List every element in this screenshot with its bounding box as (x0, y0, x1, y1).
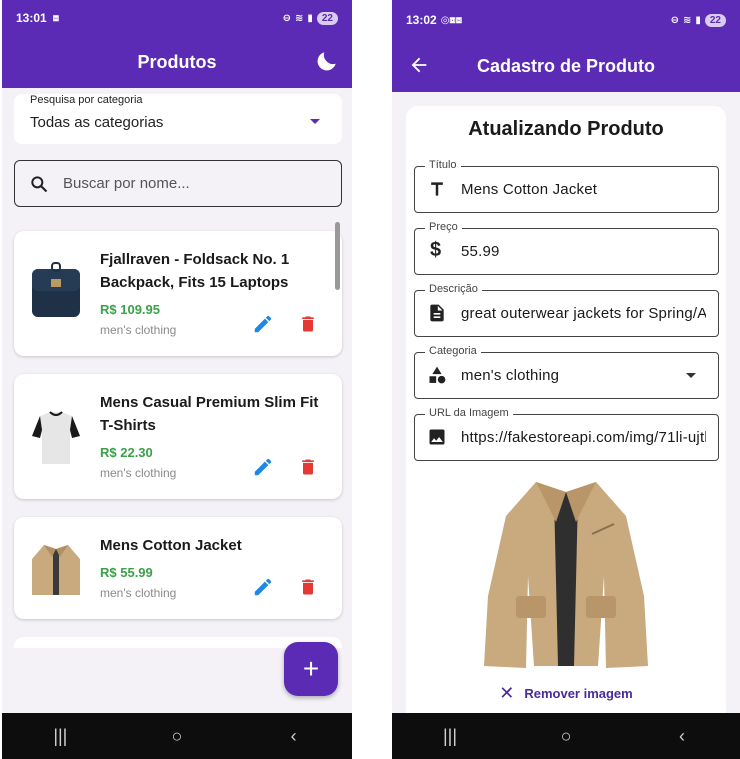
field-value: https://fakestoreapi.com/img/71li-ujtlUL… (461, 429, 706, 446)
product-card[interactable]: Mens Cotton Jacket R$ 55.99 men's clothi… (14, 517, 342, 619)
status-time: 13:01 (16, 11, 47, 25)
text-icon (431, 182, 443, 196)
image-url-field[interactable]: URL da Imagem https://fakestoreapi.com/i… (414, 407, 719, 461)
signal-icon: ▮ (307, 12, 313, 24)
product-price: R$ 109.95 (100, 302, 160, 317)
wifi-icon: ≋ (294, 12, 304, 24)
wifi-icon: ≋ (682, 14, 692, 26)
dropdown-caret-icon (686, 373, 696, 378)
jacket-image (32, 545, 80, 595)
field-label: Descrição (425, 283, 482, 295)
dnd-icon: ⊖ (670, 14, 679, 26)
back-arrow-icon[interactable] (408, 54, 430, 76)
product-category: men's clothing (100, 466, 177, 480)
category-filter-dropdown[interactable]: Pesquisa por categoria Todas as categori… (14, 94, 342, 144)
home-icon[interactable]: ○ (157, 726, 197, 747)
search-icon (31, 176, 48, 193)
tshirt-image (32, 411, 80, 464)
field-label: Preço (425, 221, 462, 233)
remove-image-label: Remover imagem (524, 686, 633, 701)
delete-icon[interactable] (298, 456, 318, 478)
edit-icon[interactable] (252, 456, 274, 478)
product-title: Mens Casual Premium Slim Fit T-Shirts (100, 394, 319, 434)
image-icon (429, 429, 445, 445)
app-bar: Produtos (2, 36, 352, 88)
document-icon (430, 304, 444, 322)
scrollbar[interactable] (335, 222, 340, 290)
category-icon (429, 366, 446, 384)
page-title: Cadastro de Produto (476, 55, 655, 76)
field-value: men's clothing (461, 367, 560, 384)
edit-icon[interactable] (252, 313, 274, 335)
field-label: Título (425, 159, 461, 171)
add-product-button[interactable]: + (284, 642, 338, 696)
page-title: Produtos (137, 51, 217, 72)
product-title: Fjallraven - Foldsack No. 1 Backpack, Fi… (100, 251, 290, 291)
product-form-screen: 13:02 ◎⧈⧈ ⊖ ≋ ▮ 22 Cadastro de Produto A… (392, 0, 740, 759)
battery-badge: 22 (704, 13, 726, 27)
edit-icon[interactable] (252, 576, 274, 598)
category-dropdown[interactable]: Categoria men's clothing (414, 345, 719, 399)
search-placeholder: Buscar por nome... (63, 175, 190, 192)
recents-icon[interactable]: ||| (430, 726, 470, 747)
products-screen: 13:01 ⧈ ⊖ ≋ ▮ 22 Produtos Pesquisa por c… (2, 0, 352, 759)
title-field[interactable]: Título Mens Cotton Jacket (414, 159, 719, 213)
dollar-icon: $ (430, 239, 442, 261)
field-label: Categoria (425, 345, 481, 357)
field-value: 55.99 (461, 243, 500, 260)
price-field[interactable]: Preço $ 55.99 (414, 221, 719, 275)
dnd-icon: ⊖ (282, 12, 291, 24)
product-price: R$ 22.30 (100, 445, 153, 460)
delete-icon[interactable] (298, 576, 318, 598)
system-nav-bar: ||| ○ ‹ (392, 713, 740, 759)
screen-record-icon: ⧈ (52, 12, 60, 24)
delete-icon[interactable] (298, 313, 318, 335)
form-heading: Atualizando Produto (468, 118, 664, 140)
product-category: men's clothing (100, 323, 177, 337)
product-card[interactable]: Mens Casual Premium Slim Fit T-Shirts R$… (14, 374, 342, 499)
backpack-image (32, 262, 80, 317)
product-price: R$ 55.99 (100, 565, 153, 580)
back-nav-icon[interactable]: ‹ (662, 726, 702, 747)
app-bar: Cadastro de Produto (392, 40, 740, 92)
description-field[interactable]: Descrição great outerwear jackets for Sp… (414, 283, 719, 337)
product-category: men's clothing (100, 586, 177, 600)
product-image-preview (484, 482, 648, 668)
category-filter-label: Pesquisa por categoria (30, 94, 143, 106)
status-bar: 13:01 ⧈ ⊖ ≋ ▮ 22 (2, 0, 352, 36)
category-filter-value: Todas as categorias (30, 114, 164, 131)
recents-icon[interactable]: ||| (40, 726, 80, 747)
remove-image-button[interactable]: ✕ Remover imagem (406, 683, 726, 704)
home-icon[interactable]: ○ (546, 726, 586, 747)
status-time: 13:02 (406, 13, 437, 27)
status-bar: 13:02 ◎⧈⧈ ⊖ ≋ ▮ 22 (392, 0, 740, 40)
back-nav-icon[interactable]: ‹ (274, 726, 314, 747)
field-value: great outerwear jackets for Spring/Autum… (461, 305, 706, 322)
notification-icons: ◎⧈⧈ (440, 14, 463, 26)
product-title: Mens Cotton Jacket (100, 537, 242, 554)
close-icon: ✕ (499, 683, 515, 703)
system-nav-bar: ||| ○ ‹ (2, 713, 352, 759)
field-label: URL da Imagem (425, 407, 513, 419)
signal-icon: ▮ (695, 14, 701, 26)
product-form: Atualizando Produto Título Mens Cotton J… (406, 106, 726, 726)
battery-badge: 22 (316, 11, 338, 25)
product-card[interactable]: Fjallraven - Foldsack No. 1 Backpack, Fi… (14, 231, 342, 356)
search-input[interactable]: Buscar por nome... (14, 160, 342, 207)
moon-icon[interactable] (314, 48, 340, 74)
dropdown-caret-icon (310, 119, 320, 124)
field-value: Mens Cotton Jacket (461, 181, 598, 198)
